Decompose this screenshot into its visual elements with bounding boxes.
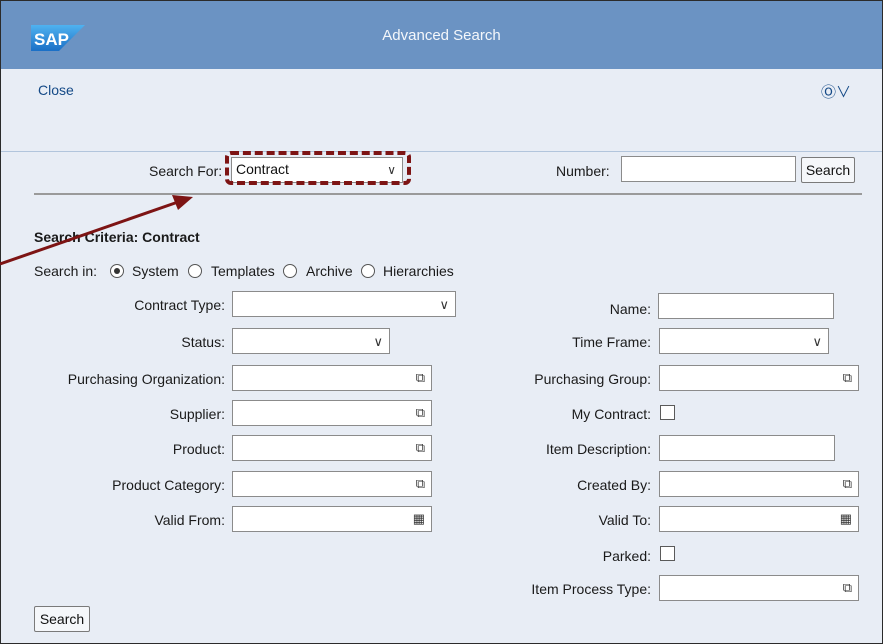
window-title: Advanced Search [382, 27, 501, 44]
purchasing-group-input[interactable]: ⧉ [659, 365, 859, 391]
title-bar: SAP Advanced Search [1, 1, 882, 69]
separator [34, 193, 862, 195]
radio-system-label: System [132, 263, 179, 279]
product-category-input[interactable]: ⧉ [232, 471, 432, 497]
number-input[interactable] [621, 156, 796, 182]
purchasing-group-label: Purchasing Group: [534, 371, 651, 387]
valid-to-input[interactable]: ▦ [659, 506, 859, 532]
value-help-icon[interactable]: ⧉ [416, 476, 425, 492]
item-description-input[interactable] [659, 435, 835, 461]
value-help-icon[interactable]: ⧉ [843, 580, 852, 596]
value-help-icon[interactable]: ⧉ [843, 476, 852, 492]
search-for-label: Search For: [149, 163, 223, 179]
calendar-icon[interactable]: ▦ [840, 511, 852, 527]
name-label: Name: [609, 301, 651, 317]
chevron-down-icon: ∨ [812, 334, 822, 349]
my-contract-checkbox[interactable] [660, 405, 675, 420]
created-by-input[interactable]: ⧉ [659, 471, 859, 497]
time-frame-dropdown[interactable]: ∨ [659, 328, 829, 354]
criteria-heading: Search Criteria: Contract [34, 229, 200, 245]
purchasing-organization-label: Purchasing Organization: [67, 371, 225, 387]
valid-from-input[interactable]: ▦ [232, 506, 432, 532]
time-frame-label: Time Frame: [572, 334, 651, 350]
help-icon: Ⓞ [821, 84, 837, 101]
product-input[interactable]: ⧉ [232, 435, 432, 461]
parked-label: Parked: [602, 548, 651, 564]
radio-archive-label: Archive [306, 263, 353, 279]
chevron-down-icon: ∨ [836, 84, 852, 101]
close-button[interactable]: Close [38, 82, 74, 98]
radio-templates[interactable] [188, 264, 202, 278]
my-contract-label: My Contract: [571, 406, 651, 422]
status-dropdown[interactable]: ∨ [232, 328, 390, 354]
chevron-down-icon: ∨ [373, 334, 383, 349]
calendar-icon[interactable]: ▦ [413, 511, 425, 527]
contract-type-label: Contract Type: [134, 297, 225, 313]
help-menu-button[interactable]: Ⓞ∨ [821, 81, 851, 102]
supplier-label: Supplier: [169, 406, 225, 422]
created-by-label: Created By: [577, 477, 651, 493]
search-in-label: Search in: [34, 263, 98, 279]
value-help-icon[interactable]: ⧉ [416, 370, 425, 386]
valid-to-label: Valid To: [598, 512, 651, 528]
product-label: Product: [172, 441, 225, 457]
name-input[interactable] [658, 293, 834, 319]
purchasing-organization-input[interactable]: ⧉ [232, 365, 432, 391]
divider [1, 151, 882, 152]
advanced-search-window: SAP Advanced Search Close Ⓞ∨ Search For:… [0, 0, 883, 644]
valid-from-label: Valid From: [154, 512, 225, 528]
radio-archive[interactable] [283, 264, 297, 278]
number-label: Number: [556, 163, 610, 179]
item-process-type-input[interactable]: ⧉ [659, 575, 859, 601]
value-help-icon[interactable]: ⧉ [416, 440, 425, 456]
radio-hierarchies-label: Hierarchies [383, 263, 454, 279]
radio-templates-label: Templates [211, 263, 275, 279]
value-help-icon[interactable]: ⧉ [843, 370, 852, 386]
bottom-search-button[interactable]: Search [34, 606, 90, 632]
radio-hierarchies[interactable] [361, 264, 375, 278]
chevron-down-icon: ∨ [439, 297, 449, 312]
parked-checkbox[interactable] [660, 546, 675, 561]
top-search-button[interactable]: Search [801, 157, 855, 183]
radio-system[interactable] [110, 264, 124, 278]
item-process-type-label: Item Process Type: [531, 581, 651, 597]
contract-type-dropdown[interactable]: ∨ [232, 291, 456, 317]
item-description-label: Item Description: [545, 441, 651, 457]
value-help-icon[interactable]: ⧉ [416, 405, 425, 421]
highlight-box [225, 151, 411, 185]
product-category-label: Product Category: [112, 477, 225, 493]
supplier-input[interactable]: ⧉ [232, 400, 432, 426]
status-label: Status: [181, 334, 225, 350]
